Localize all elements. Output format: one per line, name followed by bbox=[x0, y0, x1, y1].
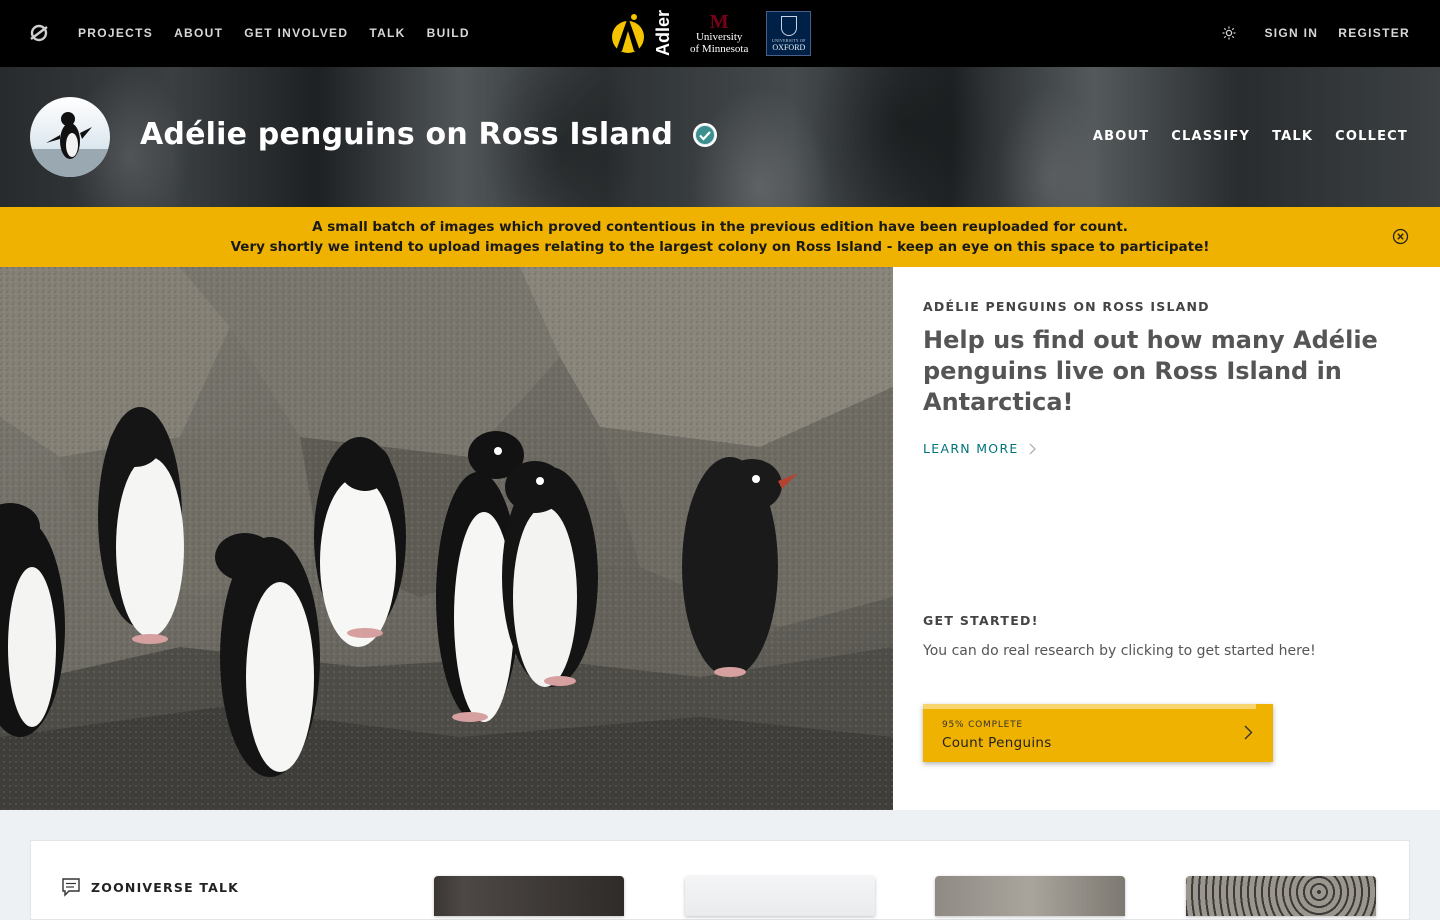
project-intro-panel: ADÉLIE PENGUINS ON ROSS ISLAND Help us f… bbox=[893, 267, 1440, 810]
announcement-line-2: Very shortly we intend to upload images … bbox=[230, 239, 1210, 255]
oxford-big-text: OXFORD bbox=[772, 43, 806, 52]
penguin-avatar-image bbox=[30, 112, 110, 177]
main-nav-links: PROJECTS ABOUT GET INVOLVED TALK BUILD bbox=[78, 26, 470, 40]
talk-subject-thumbnail[interactable] bbox=[1186, 876, 1376, 916]
project-nav-about[interactable]: ABOUT bbox=[1093, 129, 1149, 144]
learn-more-label: LEARN MORE bbox=[923, 441, 1019, 456]
project-nav-classify[interactable]: CLASSIFY bbox=[1171, 129, 1250, 144]
project-hero-image bbox=[0, 267, 893, 810]
adler-mark-icon bbox=[612, 14, 644, 54]
chevron-right-icon bbox=[1244, 725, 1253, 740]
adler-wordmark: Adler bbox=[653, 10, 673, 57]
chat-bubble-icon bbox=[62, 878, 80, 897]
project-intro-kicker: ADÉLIE PENGUINS ON ROSS ISLAND bbox=[923, 299, 1210, 314]
zooniverse-talk-section: ZOONIVERSE TALK bbox=[30, 840, 1410, 920]
learn-more-link[interactable]: LEARN MORE bbox=[923, 441, 1037, 456]
nav-talk[interactable]: TALK bbox=[369, 26, 405, 40]
workflow-name: Count Penguins bbox=[942, 735, 1052, 751]
talk-heading-group: ZOONIVERSE TALK bbox=[61, 877, 239, 897]
project-title[interactable]: Adélie penguins on Ross Island bbox=[140, 117, 673, 152]
nav-about[interactable]: ABOUT bbox=[174, 26, 223, 40]
project-avatar[interactable] bbox=[30, 97, 110, 177]
workflow-button-count-penguins[interactable]: 95% COMPLETE Count Penguins bbox=[923, 704, 1273, 762]
account-links: SIGN IN REGISTER bbox=[1222, 26, 1410, 40]
zooniverse-logo-icon[interactable] bbox=[28, 22, 50, 44]
nav-get-involved[interactable]: GET INVOLVED bbox=[244, 26, 348, 40]
nav-build[interactable]: BUILD bbox=[427, 26, 470, 40]
chevron-right-icon bbox=[1029, 443, 1036, 454]
theme-toggle-sun-icon[interactable] bbox=[1222, 26, 1236, 40]
workflow-completeness-label: 95% COMPLETE bbox=[942, 720, 1023, 730]
adler-logo: Adler bbox=[608, 10, 673, 57]
project-nav-talk[interactable]: TALK bbox=[1272, 129, 1313, 144]
register-link[interactable]: REGISTER bbox=[1338, 26, 1410, 40]
penguins-on-rocks-image bbox=[0, 267, 893, 810]
announcement-banner: A small batch of images which proved con… bbox=[0, 207, 1440, 267]
project-nav-collect[interactable]: COLLECT bbox=[1335, 129, 1408, 144]
top-navigation: PROJECTS ABOUT GET INVOLVED TALK BUILD A… bbox=[0, 0, 1440, 67]
umn-logo: M University of Minnesota bbox=[690, 12, 748, 55]
umn-line1: University bbox=[695, 30, 743, 43]
umn-line2: of Minnesota bbox=[690, 42, 749, 55]
talk-subject-thumbnail[interactable] bbox=[685, 876, 875, 916]
workflow-progress-bar bbox=[923, 704, 1256, 709]
project-nav: ABOUT CLASSIFY TALK COLLECT bbox=[1093, 129, 1408, 144]
verified-badge-icon bbox=[693, 122, 718, 147]
nav-projects[interactable]: PROJECTS bbox=[78, 26, 153, 40]
oxford-crest-icon bbox=[780, 16, 797, 36]
talk-heading: ZOONIVERSE TALK bbox=[91, 879, 240, 895]
partner-logos: Adler M University of Minnesota UNIVERSI… bbox=[608, 10, 812, 57]
get-started-text: You can do real research by clicking to … bbox=[923, 643, 1316, 659]
talk-subject-thumbnail[interactable] bbox=[434, 876, 624, 916]
umn-m-icon: M bbox=[709, 10, 729, 33]
announcement-line-1: A small batch of images which proved con… bbox=[312, 219, 1128, 235]
close-icon[interactable] bbox=[1392, 228, 1409, 245]
sign-in-link[interactable]: SIGN IN bbox=[1264, 26, 1318, 40]
oxford-logo: UNIVERSITY OF OXFORD bbox=[766, 11, 812, 56]
project-header: Adélie penguins on Ross Island ABOUT CLA… bbox=[0, 67, 1440, 207]
get-started-heading: GET STARTED! bbox=[923, 613, 1039, 628]
project-title-group: Adélie penguins on Ross Island bbox=[140, 117, 718, 152]
project-description: Help us find out how many Adélie penguin… bbox=[923, 326, 1378, 416]
talk-subject-thumbnail[interactable] bbox=[935, 876, 1125, 916]
